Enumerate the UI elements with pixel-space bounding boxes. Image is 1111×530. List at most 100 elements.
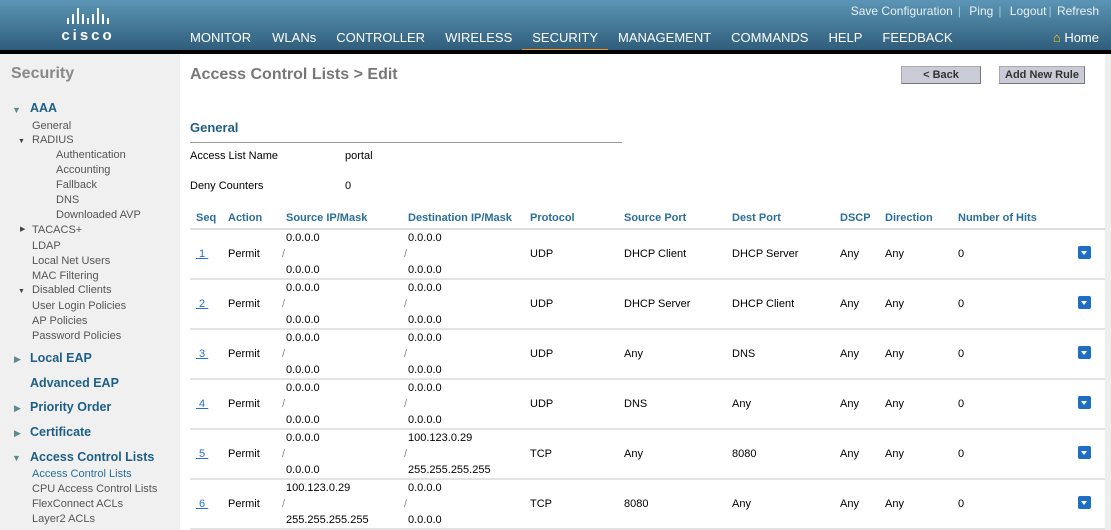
- dest-port-cell: Any: [726, 480, 834, 530]
- acl-rules-table: Seq Action Source IP/Mask Destination IP…: [190, 208, 1105, 530]
- expand-right-icon: ▶: [14, 354, 21, 364]
- table-row: 5 Permit 0.0.0.0/0.0.0.0 100.123.0.29/255.…: [190, 430, 1105, 480]
- action-cell: Permit: [222, 430, 280, 480]
- destination-ip: 100.123.0.29: [408, 432, 473, 444]
- nav-monitor[interactable]: MONITOR: [190, 30, 251, 50]
- source-mask: 255.255.255.255: [286, 514, 369, 526]
- sidebar-password-policies[interactable]: Password Policies: [32, 330, 121, 342]
- sidebar-flexconnect-acls[interactable]: FlexConnect ACLs: [32, 498, 123, 510]
- hits-cell: 0: [952, 330, 1072, 380]
- sidebar-dns[interactable]: DNS: [56, 194, 79, 206]
- row-dropdown-icon[interactable]: [1078, 396, 1091, 409]
- destination-ip: 0.0.0.0: [408, 332, 442, 344]
- dropdown-cell: [1072, 280, 1105, 330]
- divider: [190, 142, 622, 143]
- expand-right-icon: ▶: [20, 226, 26, 233]
- refresh-link[interactable]: Refresh: [1057, 4, 1099, 18]
- protocol-cell: UDP: [524, 380, 618, 430]
- sidebar-authentication[interactable]: Authentication: [56, 149, 126, 161]
- sidebar-accounting[interactable]: Accounting: [56, 164, 110, 176]
- nav-management[interactable]: MANAGEMENT: [618, 30, 711, 50]
- sidebar-certificate[interactable]: Certificate: [30, 425, 91, 439]
- sidebar-general[interactable]: General: [32, 120, 71, 132]
- ping-link[interactable]: Ping: [969, 4, 993, 18]
- table-row: 1 Permit 0.0.0.0/0.0.0.0 0.0.0.0/0.0.0.0 UD…: [190, 230, 1105, 280]
- row-dropdown-icon[interactable]: [1078, 246, 1091, 259]
- sidebar-cpu-acls[interactable]: CPU Access Control Lists: [32, 483, 157, 495]
- seq-link[interactable]: 5: [196, 448, 208, 460]
- nav-wlans[interactable]: WLANs: [272, 30, 316, 50]
- expand-down-icon: ▼: [18, 288, 25, 295]
- destination-mask: 0.0.0.0: [408, 414, 442, 426]
- nav-controller[interactable]: CONTROLLER: [336, 30, 425, 50]
- deny-counters-label: Deny Counters: [190, 180, 264, 192]
- seq-link[interactable]: 4: [196, 398, 208, 410]
- row-dropdown-icon[interactable]: [1078, 496, 1091, 509]
- sidebar-access-control-lists[interactable]: Access Control Lists: [30, 450, 154, 464]
- slash: /: [282, 448, 286, 460]
- dropdown-cell: [1072, 330, 1105, 380]
- slash: /: [404, 498, 408, 510]
- sidebar-aaa[interactable]: AAA: [30, 101, 57, 115]
- source-ip-mask-cell: 100.123.0.29/255.255.255.255: [280, 480, 402, 530]
- logout-link[interactable]: Logout: [1010, 4, 1047, 18]
- sidebar-disabled-clients[interactable]: Disabled Clients: [32, 284, 111, 296]
- save-configuration-link[interactable]: Save Configuration: [851, 4, 953, 18]
- destination-mask: 0.0.0.0: [408, 314, 442, 326]
- sidebar-advanced-eap[interactable]: Advanced EAP: [30, 376, 119, 390]
- source-ip-mask-cell: 0.0.0.0/0.0.0.0: [280, 430, 402, 480]
- add-new-rule-button[interactable]: Add New Rule: [999, 66, 1085, 84]
- source-mask: 0.0.0.0: [286, 264, 320, 276]
- sidebar-downloaded-avp[interactable]: Downloaded AVP: [56, 209, 141, 221]
- seq-cell: 4: [190, 380, 222, 430]
- sidebar-layer2-acls[interactable]: Layer2 ACLs: [32, 513, 95, 525]
- sidebar-ap-policies[interactable]: AP Policies: [32, 315, 87, 327]
- home-icon: ⌂: [1052, 30, 1061, 45]
- sidebar-ldap[interactable]: LDAP: [32, 240, 61, 252]
- seq-link[interactable]: 6: [196, 498, 208, 510]
- sidebar-local-eap[interactable]: Local EAP: [30, 351, 92, 365]
- nav-wireless[interactable]: WIRELESS: [445, 30, 512, 50]
- sidebar: Security ▼ AAA General ▼ RADIUS Authenti…: [0, 54, 180, 530]
- row-dropdown-icon[interactable]: [1078, 346, 1091, 359]
- back-button[interactable]: < Back: [901, 66, 981, 84]
- seq-link[interactable]: 3: [196, 348, 208, 360]
- seq-link[interactable]: 1: [196, 248, 208, 260]
- expand-down-icon: ▼: [12, 453, 21, 463]
- nav-feedback[interactable]: FEEDBACK: [882, 30, 952, 50]
- sidebar-user-login-policies[interactable]: User Login Policies: [32, 300, 126, 312]
- nav-commands[interactable]: COMMANDS: [731, 30, 808, 50]
- protocol-cell: UDP: [524, 280, 618, 330]
- sidebar-radius[interactable]: RADIUS: [32, 134, 74, 146]
- destination-ip-mask-cell: 0.0.0.0/0.0.0.0: [402, 480, 524, 530]
- sidebar-title: Security: [11, 65, 75, 82]
- row-dropdown-icon[interactable]: [1078, 296, 1091, 309]
- sidebar-tacacs[interactable]: TACACS+: [32, 224, 82, 236]
- source-port-cell: Any: [618, 330, 726, 380]
- source-port-cell: 8080: [618, 480, 726, 530]
- sidebar-priority-order[interactable]: Priority Order: [30, 400, 111, 414]
- col-dest-port: Dest Port: [726, 208, 834, 230]
- sidebar-mac-filtering[interactable]: MAC Filtering: [32, 270, 99, 282]
- source-mask: 0.0.0.0: [286, 464, 320, 476]
- sidebar-fallback[interactable]: Fallback: [56, 179, 97, 191]
- scrollbar[interactable]: [1105, 54, 1111, 530]
- seq-link[interactable]: 2: [196, 298, 208, 310]
- source-ip: 0.0.0.0: [286, 332, 320, 344]
- direction-cell: Any: [879, 430, 952, 480]
- row-dropdown-icon[interactable]: [1078, 446, 1091, 459]
- source-mask: 0.0.0.0: [286, 414, 320, 426]
- slash: /: [282, 248, 286, 260]
- seq-cell: 3: [190, 330, 222, 380]
- source-ip-mask-cell: 0.0.0.0/0.0.0.0: [280, 330, 402, 380]
- protocol-cell: UDP: [524, 330, 618, 380]
- sidebar-acl-access-control-lists[interactable]: Access Control Lists: [32, 468, 132, 480]
- home-link[interactable]: ⌂ Home: [1053, 30, 1099, 45]
- protocol-cell: TCP: [524, 480, 618, 530]
- col-destination-ip-mask: Destination IP/Mask: [402, 208, 524, 230]
- nav-security[interactable]: SECURITY: [522, 30, 608, 53]
- expand-down-icon: ▼: [18, 138, 25, 145]
- sidebar-local-net-users[interactable]: Local Net Users: [32, 255, 110, 267]
- nav-help[interactable]: HELP: [828, 30, 862, 50]
- slash: /: [282, 298, 286, 310]
